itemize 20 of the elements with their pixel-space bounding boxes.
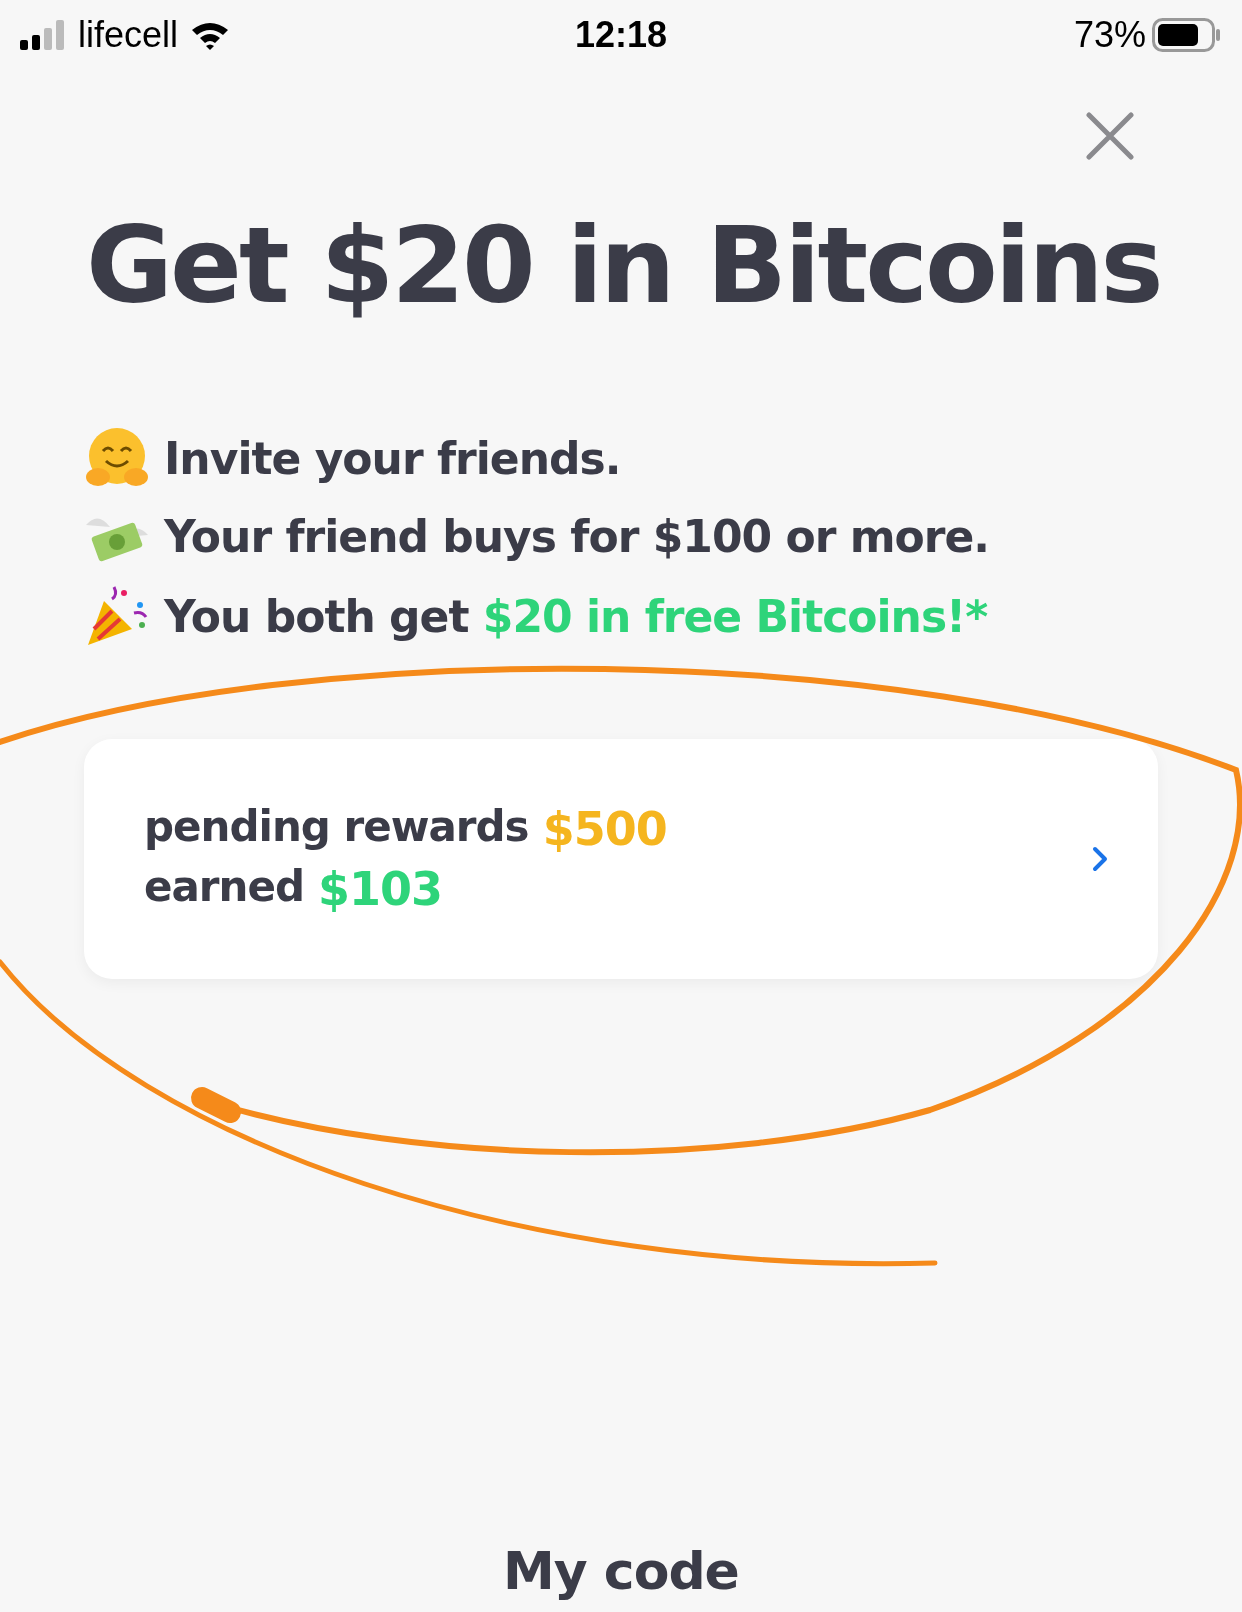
hugging-emoji-icon (84, 427, 150, 489)
step-text: Your friend buys for $100 or more. (164, 510, 990, 562)
battery-percentage: 73% (1073, 14, 1146, 56)
battery-icon (1152, 18, 1222, 52)
signal-icon (20, 20, 66, 50)
step-text: You both get $20 in free Bitcoins!* (164, 590, 988, 642)
reward-amount: $500 (542, 802, 667, 856)
page-title: Get $20 in Bitcoins (86, 204, 1162, 327)
my-code-button[interactable]: My code (497, 1540, 745, 1602)
rewards-card[interactable]: pending rewards $500 earned $103 (84, 739, 1158, 979)
reward-label: earned (144, 862, 304, 913)
carrier-name: lifecell (78, 14, 179, 56)
step-text: Invite your friends. (164, 432, 621, 484)
close-icon (1086, 112, 1134, 160)
close-button[interactable] (1086, 112, 1134, 160)
chevron-right-icon (1092, 846, 1108, 872)
wifi-icon (190, 20, 231, 50)
clock-time: 12:18 (574, 14, 668, 56)
reward-amount: $103 (318, 862, 443, 916)
reward-label: pending rewards (144, 802, 529, 853)
